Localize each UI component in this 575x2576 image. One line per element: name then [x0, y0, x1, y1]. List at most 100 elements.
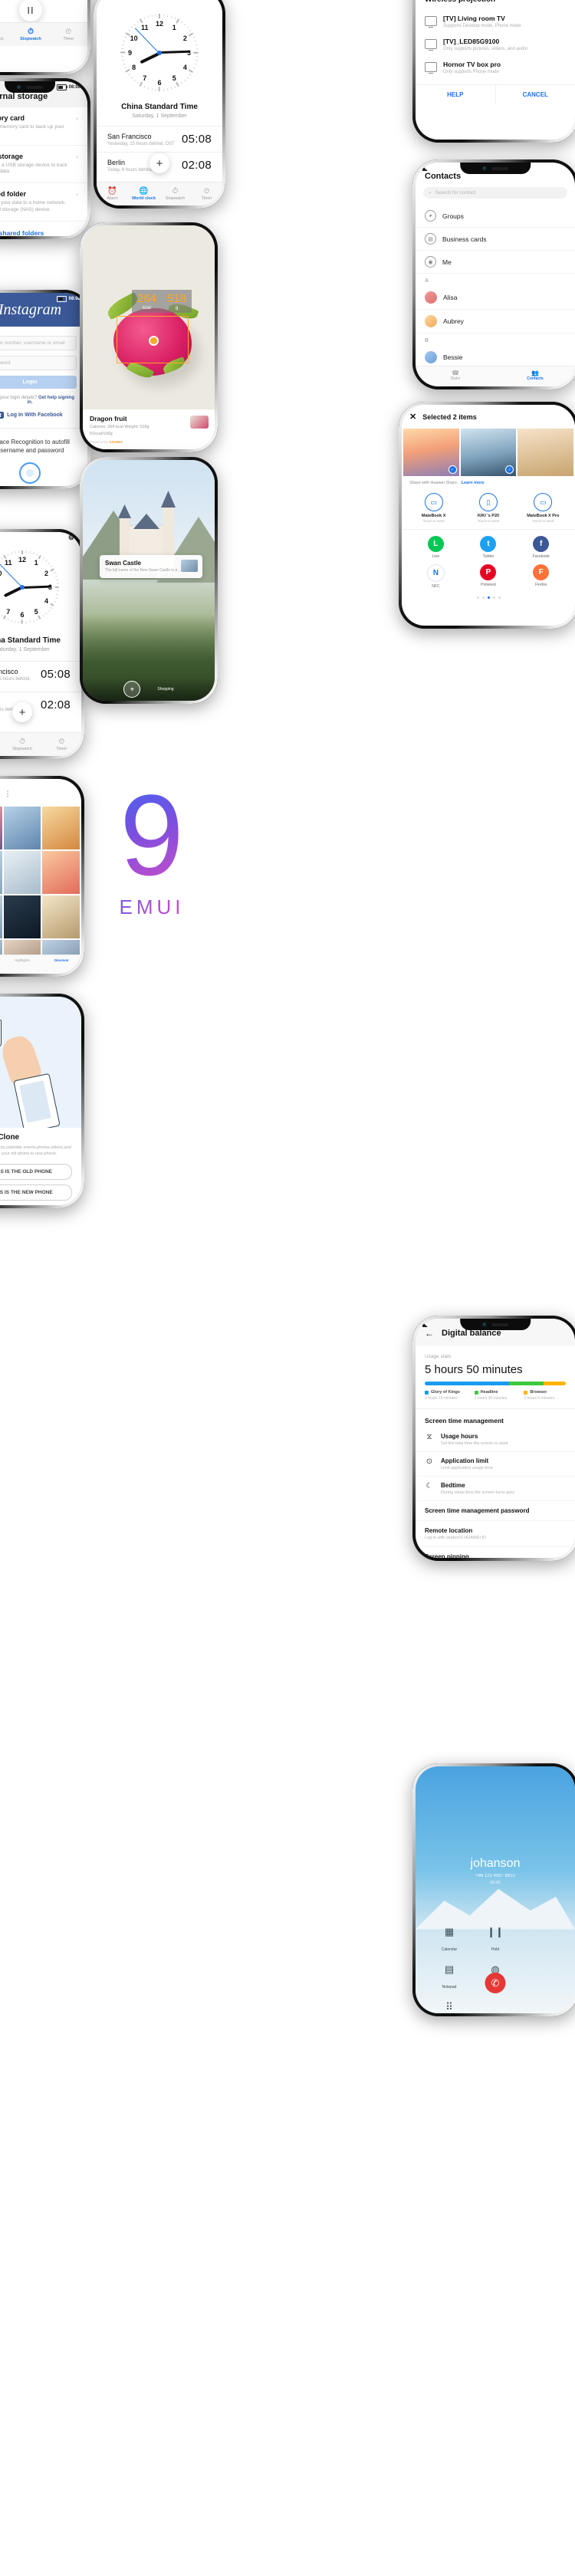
close-icon[interactable]: ✕ [409, 412, 416, 422]
tab-world-clock[interactable]: 🌐 World clock [128, 186, 159, 201]
setting-row-application-limit[interactable]: ⊙ Application limit Limit application us… [416, 1452, 575, 1477]
food-sub2: 51kcal/100g [90, 432, 113, 436]
share-app[interactable]: f Facebook [514, 536, 567, 559]
setting-row-screen-pinning[interactable]: Screen pinning [416, 1547, 575, 1558]
share-app[interactable]: L Line [409, 536, 462, 559]
gallery-tabbar[interactable]: Albums Highlights Discover [0, 955, 81, 974]
clock-numeral: 12 [18, 555, 27, 564]
avatar [425, 315, 437, 327]
list-item-groups[interactable]: ◕ Groups [416, 205, 575, 228]
notepad-button[interactable]: ▤ Notepad [426, 1963, 472, 1992]
stopwatch-pause-button[interactable]: II [19, 0, 42, 21]
setting-row-usage-hours[interactable]: ⧖ Usage hours Set the total time the scr… [416, 1428, 575, 1452]
device-row[interactable]: [TV]_LED85G9100 Only supports pictures, … [416, 33, 575, 56]
tab-dialer[interactable]: ☎ Dialer [416, 366, 495, 386]
cancel-button[interactable]: CANCEL [495, 85, 575, 104]
nearby-devices[interactable]: ▭ MateBook X Touch to send ▯ KIKI 's P20… [402, 490, 575, 529]
share-app-grid[interactable]: L Line t Twitter f Facebook N NFC P Pint… [402, 529, 575, 592]
list-item-business-cards[interactable]: ▤ Business cards [416, 228, 575, 251]
city-row[interactable]: San Francisco Yesterday, 15 hours behind… [0, 661, 81, 692]
device-card[interactable]: ▭ MateBook X Pro Touch to send [518, 493, 568, 523]
clock-tabbar-top[interactable]: 🕘 World clock ⏱ Stopwatch ⏲ Timer [0, 22, 87, 46]
clock-tick [150, 88, 153, 91]
device-card[interactable]: ▭ MateBook X Touch to send [409, 493, 459, 523]
tab-contacts[interactable]: 👥 Contacts [495, 366, 575, 386]
device-card[interactable]: ▯ KIKI 's P20 Touch to send [463, 493, 514, 523]
gallery-toolbar: ⌕ ⤴ ⌂ ⋮ [0, 779, 81, 807]
tab-discover[interactable]: Discover [42, 955, 81, 974]
clock-tick [3, 615, 7, 619]
city-row[interactable]: San Francisco Yesterday, 15 hours behind… [97, 126, 222, 152]
tab-stopwatch[interactable]: ⏱ Stopwatch [12, 28, 49, 41]
photo-grid[interactable] [0, 807, 81, 974]
add-city-button[interactable]: + [150, 153, 169, 173]
photo-cell[interactable] [0, 851, 2, 894]
hold-button[interactable]: ❙❙ Hold [472, 1926, 518, 1954]
contact-row[interactable]: Aubrey [416, 310, 575, 334]
share-app[interactable]: P Pinterest [462, 564, 515, 589]
contacts-tabbar[interactable]: ☎ Dialer 👥 Contacts [416, 366, 575, 386]
photo-cell[interactable] [3, 851, 41, 894]
tab-stopwatch[interactable]: ⏱ Stopwatch [159, 187, 191, 201]
more-icon[interactable]: ⋮ [5, 790, 12, 800]
tab-stopwatch[interactable]: ⏱ Stopwatch [2, 738, 41, 751]
tab-world-clock[interactable]: 🕘 World clock [0, 28, 12, 41]
keypad-button[interactable]: ⠿ Keypad [426, 2001, 472, 2013]
password-field[interactable]: Password [0, 356, 77, 370]
scan-button[interactable]: ⌖ [123, 681, 141, 698]
share-app[interactable]: N NFC [409, 564, 462, 589]
photo-cell[interactable] [3, 807, 41, 849]
clock-tabbar[interactable]: 🌐 World clock ⏱ Stopwatch ⏲ Timer [0, 732, 81, 756]
calendar-button[interactable]: ▦ Calendar [426, 1926, 472, 1954]
share-app[interactable]: t Twitter [462, 536, 515, 559]
clock-tick [130, 77, 133, 80]
photo-cell[interactable] [3, 895, 41, 938]
tab-timer[interactable]: ⏲ Timer [42, 738, 81, 751]
photo-cell[interactable] [0, 807, 2, 849]
new-phone-button[interactable]: THIS IS THE NEW PHONE [0, 1184, 72, 1201]
focus-dot[interactable] [149, 336, 159, 346]
tab-alarm[interactable]: ⏰ Alarm [97, 187, 128, 201]
share-app[interactable]: F Firefox [514, 564, 567, 589]
search-input[interactable]: ⌕ Search for contact [423, 187, 567, 199]
login-button[interactable]: Login [0, 376, 77, 389]
tab-timer[interactable]: ⏲ Timer [191, 187, 222, 201]
hangup-button[interactable]: ✆ [485, 1973, 506, 1993]
list-item-me[interactable]: ◉ Me [416, 251, 575, 274]
tab-highlights[interactable]: Highlights [2, 955, 41, 974]
photo-cell[interactable]: ✓ [460, 429, 517, 476]
device-row[interactable]: [TV] Living room TV Supports Desktop mod… [416, 10, 575, 33]
tab-timer[interactable]: ⏲ Timer [50, 28, 87, 41]
photo-cell[interactable]: ✓ [403, 429, 459, 476]
device-row[interactable]: Hornor TV box pro Only supports Phone mo… [416, 56, 575, 79]
phone-notch [460, 1319, 531, 1330]
list-item-usb-storage[interactable]: USB storage Connect a USB storage device… [0, 146, 87, 184]
facebook-login-button[interactable]: f Log In With Facebook [0, 412, 77, 419]
scan-shared-folders-link[interactable]: Scan shared folders [0, 222, 87, 236]
setting-row-bedtime[interactable]: ☾ Bedtime During sleep time,the screen t… [416, 1477, 575, 1501]
shopping-label[interactable]: Shopping [157, 687, 173, 692]
list-item-shared-folder[interactable]: Shared folder Back up your data to a hom… [0, 183, 87, 222]
clock-tabbar[interactable]: ⏰ Alarm 🌐 World clock ⏱ Stopwatch ⏲ Time… [97, 182, 222, 205]
photo-cell[interactable] [0, 895, 2, 938]
dialog-actions[interactable]: HELP CANCEL [416, 84, 575, 104]
learn-more-link[interactable]: Learn more [462, 481, 485, 485]
photo-cell[interactable] [518, 429, 573, 476]
selected-photo-grid[interactable]: ✓ ✓ [402, 429, 575, 476]
lens-toolbar[interactable]: ⌖ Shopping [83, 678, 215, 701]
help-button[interactable]: HELP [416, 85, 495, 104]
landmark-card[interactable]: Swan Castle The full name of the New Swa… [100, 555, 202, 578]
tv-box-icon [425, 62, 437, 74]
clock-tick [32, 552, 34, 555]
call-actions[interactable]: ▦ Calendar ❙❙ Hold ▤ Notepad ◍ Mute ⠿ [416, 1926, 575, 2013]
setting-row-remote-location[interactable]: Remote location Log in with student's HU… [416, 1521, 575, 1547]
old-phone-button[interactable]: THIS IS THE OLD PHONE [0, 1163, 72, 1180]
add-city-button[interactable]: + [12, 702, 32, 722]
globe-icon: 🌐 [139, 186, 149, 196]
username-field[interactable]: Phone number, username or email [0, 336, 77, 350]
list-item-memory-card[interactable]: Memory card Insert a memory card to back… [0, 107, 87, 146]
setting-row-password[interactable]: Screen time management password [416, 1501, 575, 1521]
contact-row[interactable]: Alisa [416, 286, 575, 310]
faceid-title: Use Face Recognition to autofill your us… [0, 439, 70, 455]
settings-gear-icon[interactable]: ⚙ [68, 534, 74, 542]
